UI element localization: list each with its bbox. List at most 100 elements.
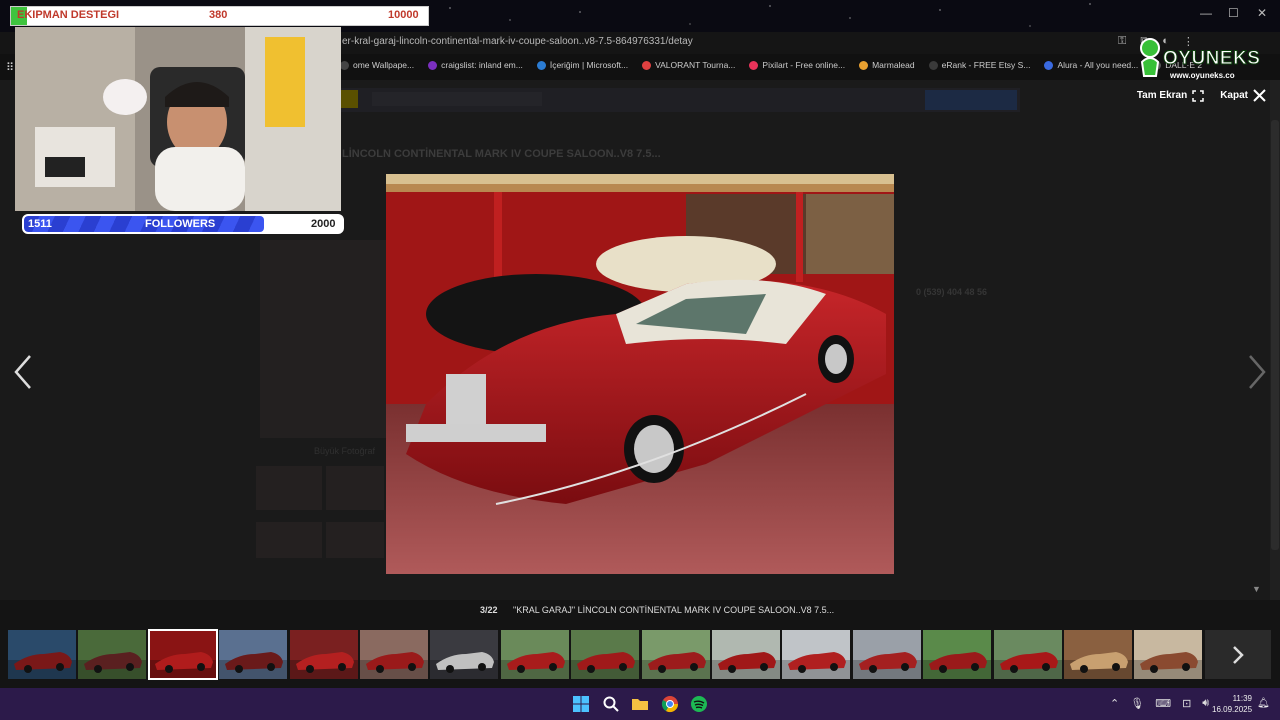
- bookmark-item[interactable]: eRank - FREE Etsy S...: [928, 60, 1031, 70]
- thumbnail-car-image: [782, 652, 850, 679]
- followers-goal: 2000: [311, 218, 336, 230]
- bookmark-item[interactable]: craigslist: inland em...: [428, 60, 523, 70]
- thumbnail-5[interactable]: [290, 630, 358, 679]
- thumbnail-car-image: [501, 652, 569, 679]
- close-window-icon[interactable]: ✕: [1257, 6, 1267, 20]
- clock-date: 16.09.2025: [1212, 705, 1253, 714]
- space-wallpaper: [430, 0, 1120, 32]
- thumbnail-12[interactable]: [782, 630, 850, 679]
- thumbnail-car-image: [712, 652, 780, 679]
- photo-counter: 3/22: [480, 605, 498, 615]
- bookmark-item[interactable]: Pixilart - Free online...: [749, 60, 845, 70]
- maximize-icon[interactable]: ☐: [1228, 6, 1239, 20]
- donation-goal: 10000: [388, 9, 419, 21]
- bookmark-favicon-icon: [536, 60, 546, 70]
- bookmarks-list: ome Wallpape... craigslist: inland em... İ…: [340, 60, 1202, 70]
- scrollbar-thumb[interactable]: [1271, 120, 1279, 550]
- collapse-chevron-icon[interactable]: ▼: [1252, 584, 1261, 594]
- thumbnail-car-image: [8, 652, 76, 679]
- network-icon[interactable]: ⊡: [1182, 697, 1191, 710]
- thumbnail-15[interactable]: [994, 630, 1062, 679]
- close-label: Kapat: [1220, 90, 1248, 101]
- donation-current: 380: [209, 9, 228, 21]
- thumbnail-4[interactable]: [219, 630, 287, 679]
- main-car-photo[interactable]: [386, 174, 894, 574]
- bookmark-favicon-icon: [642, 60, 652, 70]
- bookmark-item[interactable]: Marmalead: [859, 60, 915, 70]
- thumbnail-car-image: [1134, 652, 1202, 679]
- thumbnail-car-image: [78, 652, 146, 679]
- bookmark-label: craigslist: inland em...: [441, 60, 523, 70]
- taskbar-clock[interactable]: 11:39 16.09.2025: [1212, 693, 1252, 715]
- chevron-up-icon[interactable]: ⌃: [1110, 697, 1119, 710]
- chrome-icon[interactable]: [661, 695, 679, 713]
- thumbnail-16[interactable]: [1064, 630, 1132, 679]
- thumbnail-10[interactable]: [642, 630, 710, 679]
- bookmark-label: eRank - FREE Etsy S...: [941, 60, 1031, 70]
- thumbnail-car-image: [853, 652, 921, 679]
- close-icon: [1253, 89, 1266, 102]
- listing-thumb: [326, 466, 384, 510]
- big-photo-link: Büyük Fotoğraf: [314, 446, 376, 456]
- previous-photo-arrow[interactable]: [8, 350, 38, 394]
- keyboard-icon[interactable]: ⌨︎: [1155, 697, 1171, 710]
- thumbnail-car-image: [923, 652, 991, 679]
- volume-icon[interactable]: 🔊︎: [1202, 697, 1209, 710]
- thumbnail-6[interactable]: [360, 630, 428, 679]
- system-tray: ⌃ 🎙︎ ⌨︎ ⊡ 🔊︎: [1110, 697, 1209, 710]
- bookmark-favicon-icon: [928, 60, 938, 70]
- search-icon[interactable]: [602, 695, 620, 713]
- thumbnail-11[interactable]: [712, 630, 780, 679]
- thumbnail-3[interactable]: [148, 629, 218, 680]
- bookmark-favicon-icon: [1044, 60, 1054, 70]
- donation-label: EKIPMAN DESTEGI: [17, 9, 120, 21]
- fullscreen-label: Tam Ekran: [1136, 90, 1188, 101]
- followers-progress-fill: [24, 216, 264, 232]
- bookmark-item[interactable]: İçeriğim | Microsoft...: [536, 60, 629, 70]
- webcam-feed: [15, 27, 341, 211]
- windows-start-icon[interactable]: [572, 695, 590, 713]
- webcam-illustration: [15, 27, 341, 211]
- thumbnail-car-image: [149, 652, 217, 679]
- thumbnail-car-image: [994, 652, 1062, 679]
- bookmark-item[interactable]: Alura - All you need...: [1044, 60, 1138, 70]
- bookmark-item[interactable]: ome Wallpape...: [340, 60, 414, 70]
- bookmark-label: Alura - All you need...: [1057, 60, 1139, 70]
- followers-current: 1511: [28, 218, 52, 230]
- bookmark-favicon-icon: [749, 60, 759, 70]
- filmstrip-next-button[interactable]: [1205, 630, 1271, 679]
- microphone-icon[interactable]: 🎙︎: [1130, 697, 1144, 710]
- file-explorer-icon[interactable]: [631, 695, 649, 713]
- bookmark-label: VALORANT Tourna...: [655, 60, 736, 70]
- thumbnail-car-image: [1064, 652, 1132, 679]
- listing-thumb: [256, 522, 322, 558]
- thumbnail-car-image: [290, 652, 358, 679]
- key-icon[interactable]: ⚿: [1118, 35, 1126, 48]
- bookmark-label: Pixilart - Free online...: [762, 60, 846, 70]
- bookmark-favicon-icon: [859, 60, 869, 70]
- notification-bell-icon[interactable]: 🔔︎: [1257, 698, 1270, 709]
- thumbnail-17[interactable]: [1134, 630, 1202, 679]
- next-photo-arrow[interactable]: [1242, 350, 1272, 394]
- thumbnail-2[interactable]: [78, 630, 146, 679]
- thumbnail-9[interactable]: [571, 630, 639, 679]
- listing-phone: 0 (539) 404 48 56: [916, 287, 988, 297]
- bookmark-label: ome Wallpape...: [353, 60, 415, 70]
- thumbnail-14[interactable]: [923, 630, 991, 679]
- listing-thumb: [326, 522, 384, 558]
- apps-grid-icon[interactable]: ⠿: [6, 61, 14, 74]
- thumbnail-13[interactable]: [853, 630, 921, 679]
- screen: — ☐ ✕ er-kral-garaj-lincoln-continental-…: [0, 0, 1280, 720]
- url-text[interactable]: er-kral-garaj-lincoln-continental-mark-i…: [342, 36, 693, 47]
- thumbnail-7[interactable]: [430, 630, 498, 679]
- thumbnail-1[interactable]: [8, 630, 76, 679]
- bookmark-item[interactable]: VALORANT Tourna...: [642, 60, 735, 70]
- fullscreen-button[interactable]: Tam Ekran: [1136, 89, 1204, 102]
- thumbnail-8[interactable]: [501, 630, 569, 679]
- site-post-button: [925, 90, 1017, 110]
- close-button[interactable]: Kapat: [1220, 89, 1266, 102]
- minimize-icon[interactable]: —: [1200, 6, 1212, 20]
- photo-caption: "KRAL GARAJ" LİNCOLN CONTİNENTAL MARK IV…: [513, 605, 835, 615]
- spotify-icon[interactable]: [690, 695, 708, 713]
- bookmark-label: İçeriğim | Microsoft...: [549, 60, 629, 70]
